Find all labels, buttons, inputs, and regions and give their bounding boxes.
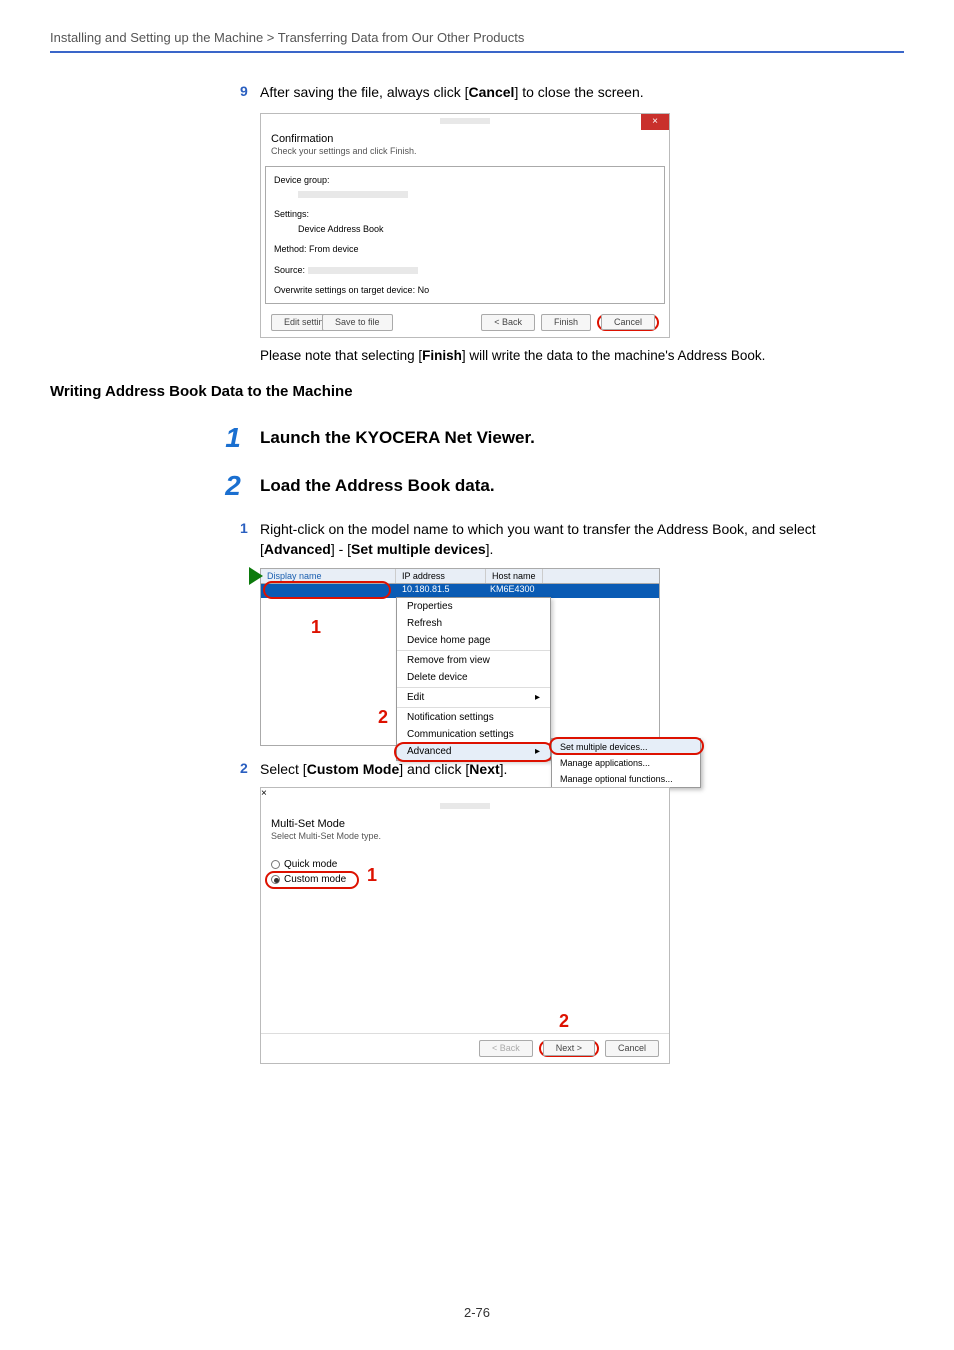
save-to-file-button[interactable]: Save to file	[322, 314, 393, 331]
dialog2-subtitle: Select Multi-Set Mode type.	[271, 831, 659, 841]
submenu-manage-optional[interactable]: Manage optional functions...	[552, 771, 700, 787]
step-9-post: ] to close the screen.	[514, 84, 643, 100]
dialog-buttons: Edit settings Save to file < Back Finish…	[261, 308, 669, 337]
row-host: KM6E4300	[486, 584, 535, 598]
menu-refresh[interactable]: Refresh	[397, 615, 550, 632]
big-step-1-text: Launch the KYOCERA Net Viewer.	[246, 424, 535, 448]
menu-device-home[interactable]: Device home page	[397, 632, 550, 649]
menu-delete-device[interactable]: Delete device	[397, 669, 550, 686]
dialog2-title-blur	[440, 803, 490, 809]
context-menu: Properties Refresh Device home page Remo…	[396, 597, 551, 761]
advanced-highlight	[394, 742, 554, 762]
dialog2-buttons: < Back Next > Cancel	[261, 1033, 669, 1063]
col-host: Host name	[486, 569, 543, 583]
menu-notification[interactable]: Notification settings	[397, 709, 550, 726]
big-step-2: 2 Load the Address Book data.	[220, 472, 884, 500]
set-multiple-highlight	[549, 737, 704, 755]
row-ip: 10.180.81.5	[396, 584, 486, 598]
sub2-post: ].	[500, 761, 508, 777]
substep-1-text: Right-click on the model name to which y…	[254, 520, 884, 559]
next-highlight: Next >	[539, 1040, 599, 1057]
sub1-b1: Advanced	[264, 541, 331, 557]
advanced-submenu: Set multiple devices... Manage applicati…	[551, 738, 701, 788]
step-9-bold: Cancel	[469, 84, 515, 100]
dialog-title: Confirmation	[271, 133, 659, 145]
label-overwrite: Overwrite settings on target device: No	[274, 283, 656, 297]
chevron-right-icon: ▸	[535, 692, 540, 703]
close-icon[interactable]: ×	[261, 788, 669, 799]
step-9: 9 After saving the file, always click [C…	[240, 83, 884, 103]
step-9-text: After saving the file, always click [Can…	[254, 83, 884, 103]
big-step-1: 1 Launch the KYOCERA Net Viewer.	[220, 424, 884, 452]
label-device-group: Device group:	[274, 173, 656, 187]
label-settings: Settings:	[274, 207, 656, 221]
d2-annotation-1: 1	[367, 865, 377, 886]
cancel-button[interactable]: Cancel	[601, 314, 655, 330]
big-step-2-text: Load the Address Book data.	[246, 472, 495, 496]
dialog2-body: Quick mode Custom mode 1	[261, 847, 669, 1017]
sub2-b2: Next	[469, 761, 499, 777]
big-step-1-num: 1	[220, 424, 246, 452]
green-caret-icon	[249, 567, 263, 585]
menu-edit[interactable]: Edit ▸	[397, 689, 550, 706]
page-number: 2-76	[0, 1305, 954, 1320]
label-method: Method: From device	[274, 242, 656, 256]
annotation-1: 1	[311, 617, 321, 638]
col-ip: IP address	[396, 569, 486, 583]
sub1-mid: ] - [	[331, 541, 351, 557]
d2-back-button: < Back	[479, 1040, 533, 1057]
back-button[interactable]: < Back	[481, 314, 535, 331]
confirmation-dialog: × Confirmation Check your settings and c…	[260, 113, 670, 339]
close-icon[interactable]: ×	[641, 114, 669, 130]
quick-mode-radio[interactable]: Quick mode	[271, 857, 659, 872]
annotation-2: 2	[378, 707, 388, 728]
sub1-b2: Set multiple devices	[351, 541, 486, 557]
quick-mode-label: Quick mode	[284, 859, 337, 870]
value-settings: Device Address Book	[274, 222, 656, 236]
custom-mode-highlight	[265, 871, 359, 889]
sub2-mid: ] and click [	[399, 761, 469, 777]
note-finish: Please note that selecting [Finish] will…	[260, 348, 884, 363]
menu-edit-label: Edit	[407, 692, 424, 703]
multiset-dialog: × Multi-Set Mode Select Multi-Set Mode t…	[260, 787, 670, 1064]
dialog-body: Device group: Settings: Device Address B…	[265, 166, 665, 305]
note-post: ] will write the data to the machine's A…	[462, 348, 765, 363]
device-group-value-blur	[298, 191, 408, 198]
menu-properties[interactable]: Properties	[397, 598, 550, 615]
d2-annotation-2: 2	[559, 1011, 569, 1032]
substep-2-num: 2	[240, 760, 254, 776]
note-pre: Please note that selecting [	[260, 348, 422, 363]
menu-communication[interactable]: Communication settings	[397, 726, 550, 743]
sub1-post: ].	[486, 541, 494, 557]
d2-cancel-button[interactable]: Cancel	[605, 1040, 659, 1057]
submenu-manage-apps[interactable]: Manage applications...	[552, 755, 700, 771]
substep-1-num: 1	[240, 520, 254, 536]
step-9-pre: After saving the file, always click [	[260, 84, 469, 100]
source-value-blur	[308, 267, 418, 274]
breadcrumb: Installing and Setting up the Machine > …	[50, 30, 904, 53]
menu-remove-view[interactable]: Remove from view	[397, 652, 550, 669]
sub2-pre: Select [	[260, 761, 307, 777]
dialog2-title: Multi-Set Mode	[271, 818, 659, 830]
d2-next-button[interactable]: Next >	[543, 1040, 595, 1056]
cancel-highlight: Cancel	[597, 314, 659, 331]
substep-1: 1 Right-click on the model name to which…	[240, 520, 884, 559]
big-step-2-num: 2	[220, 472, 246, 500]
finish-button[interactable]: Finish	[541, 314, 591, 331]
heading-writing-address-book: Writing Address Book Data to the Machine	[50, 383, 884, 400]
dialog-title-blur	[440, 118, 490, 124]
label-source: Source:	[274, 265, 305, 275]
note-bold: Finish	[422, 348, 462, 363]
dialog-subtitle: Check your settings and click Finish.	[271, 146, 659, 156]
device-highlight-circle	[263, 581, 391, 599]
step-9-num: 9	[240, 83, 254, 99]
context-menu-screenshot: Display name IP address Host name 10.180…	[260, 568, 660, 746]
sub2-b1: Custom Mode	[307, 761, 400, 777]
